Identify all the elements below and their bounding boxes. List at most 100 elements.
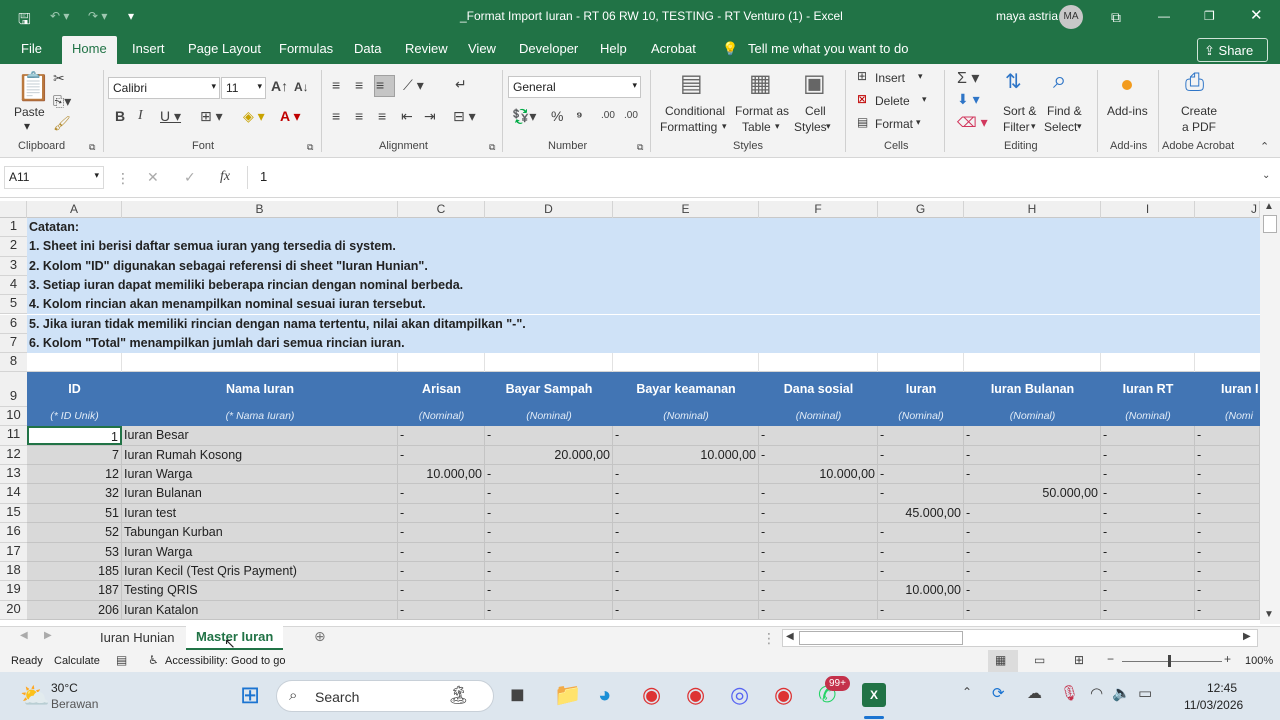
name-box[interactable]: A11 ▾	[4, 166, 104, 189]
table-cell[interactable]: Iuran Besar	[122, 426, 398, 446]
table-cell[interactable]: -	[878, 465, 964, 484]
sort-filter-label2[interactable]: Filter	[1003, 120, 1030, 134]
decrease-decimal-icon[interactable]: .00	[624, 110, 638, 121]
conditional-formatting-label1[interactable]: Conditional	[665, 104, 725, 118]
format-cells-icon[interactable]: ▤	[857, 115, 868, 129]
row-header[interactable]: 17	[0, 542, 27, 562]
table-cell[interactable]: 53	[27, 542, 122, 562]
horizontal-scroll-thumb[interactable]	[799, 631, 963, 645]
middle-align-icon[interactable]: ≡	[355, 77, 363, 93]
table-cell[interactable]: -	[964, 426, 1101, 446]
table-cell[interactable]: 206	[27, 600, 122, 620]
table-cell[interactable]: -	[613, 484, 759, 504]
table-cell[interactable]: -	[485, 503, 613, 523]
table-cell[interactable]: -	[398, 484, 485, 504]
clock-date[interactable]: 11/03/2026	[1184, 698, 1243, 712]
comma-style-icon[interactable]: ⁹	[576, 108, 583, 124]
volume-icon[interactable]: 🔈	[1112, 684, 1131, 702]
font-launcher-icon[interactable]: ⧉	[307, 142, 313, 153]
scroll-up-icon[interactable]: ▲	[1264, 201, 1274, 212]
table-cell[interactable]: 10.000,00	[759, 465, 878, 484]
row-header[interactable]: 8	[0, 353, 27, 373]
insert-cells-label[interactable]: Insert	[875, 71, 905, 85]
chrome-icon-1[interactable]: ◉	[642, 682, 661, 708]
customize-toolbar-icon[interactable]: ▾	[128, 9, 134, 23]
tab-insert[interactable]: Insert	[132, 41, 165, 56]
redo-icon[interactable]: ↷ ▾	[88, 9, 107, 23]
clear-icon[interactable]: ⌫ ▾	[957, 114, 988, 131]
row-header[interactable]: 18	[0, 562, 27, 582]
paste-icon[interactable]: 📋	[16, 70, 51, 103]
row-header[interactable]: 7	[0, 333, 27, 354]
bold-icon[interactable]: B	[115, 108, 125, 124]
format-as-table-label2[interactable]: Table	[742, 120, 771, 134]
minimize-icon[interactable]: —	[1158, 9, 1170, 23]
col-header-g[interactable]: G	[878, 201, 964, 218]
tab-help[interactable]: Help	[600, 41, 627, 56]
paste-label[interactable]: Paste	[14, 105, 45, 119]
row-header[interactable]: 6	[0, 314, 27, 334]
row-header[interactable]: 19	[0, 581, 27, 601]
row-header[interactable]: 3	[0, 256, 27, 276]
table-cell[interactable]: 10.000,00	[398, 465, 485, 484]
table-cell[interactable]: -	[398, 503, 485, 523]
table-cell[interactable]: -	[485, 542, 613, 562]
subheader-cell[interactable]: (Nominal)	[759, 410, 878, 422]
format-as-table-label1[interactable]: Format as	[735, 104, 789, 118]
subheader-cell[interactable]: (Nominal)	[964, 410, 1101, 422]
table-cell[interactable]: 12	[27, 465, 122, 484]
scroll-down-icon[interactable]: ▼	[1264, 609, 1274, 620]
cell-styles-dropdown-icon[interactable]: ▾	[826, 121, 831, 132]
table-cell[interactable]: -	[964, 600, 1101, 620]
ribbon-display-icon[interactable]: ⧉	[1111, 9, 1121, 26]
expand-formula-icon[interactable]: ⌄	[1262, 170, 1270, 181]
tab-review[interactable]: Review	[405, 41, 448, 56]
table-cell[interactable]: -	[964, 523, 1101, 543]
worksheet-grid[interactable]: Catatan: 1. Sheet ini berisi daftar semu…	[27, 218, 1260, 624]
note-line[interactable]: 6. Kolom "Total" menampilkan jumlah dari…	[27, 333, 1260, 354]
table-cell[interactable]: 10.000,00	[613, 445, 759, 465]
start-icon[interactable]: ⊞	[240, 681, 260, 710]
table-cell[interactable]: -	[878, 562, 964, 581]
tab-split-handle-icon[interactable]: ⋮	[762, 630, 776, 647]
col-header-e[interactable]: E	[613, 201, 759, 218]
cut-icon[interactable]: ✂	[53, 70, 65, 87]
table-cell[interactable]: Iuran Bulanan	[122, 484, 398, 504]
header-cell[interactable]: ID	[27, 382, 122, 396]
row-header[interactable]: 2	[0, 237, 27, 257]
table-cell[interactable]: -	[759, 503, 878, 523]
table-cell[interactable]: -	[485, 562, 613, 581]
table-cell[interactable]: -	[613, 503, 759, 523]
create-pdf-label1[interactable]: Create	[1181, 104, 1217, 118]
conditional-formatting-icon[interactable]: ▤	[680, 69, 703, 98]
empty-row[interactable]	[27, 353, 1260, 373]
accessibility-status[interactable]: Accessibility: Good to go	[165, 655, 285, 667]
table-row[interactable]: 52 Tabungan Kurban - - - - - - - -	[27, 523, 1260, 543]
subheader-cell[interactable]: (Nominal)	[878, 410, 964, 422]
accounting-format-icon[interactable]: 💱▾	[512, 108, 536, 125]
number-launcher-icon[interactable]: ⧉	[637, 142, 643, 153]
sort-filter-icon[interactable]: ⇅	[1005, 69, 1022, 94]
alignment-launcher-icon[interactable]: ⧉	[489, 142, 495, 153]
vertical-scrollbar[interactable]: ▲ ▼	[1260, 201, 1280, 624]
note-line[interactable]: 4. Kolom rincian akan menampilkan nomina…	[27, 295, 1260, 315]
next-sheet-icon[interactable]: ▶	[44, 630, 52, 641]
task-view-icon[interactable]: ◼	[510, 684, 525, 705]
col-header-i[interactable]: I	[1101, 201, 1195, 218]
table-cell[interactable]: 32	[27, 484, 122, 504]
table-cell[interactable]: -	[1195, 484, 1260, 504]
header-cell[interactable]: Arisan	[398, 382, 485, 396]
table-cell[interactable]: -	[964, 581, 1101, 601]
table-cell[interactable]: -	[759, 426, 878, 446]
table-cell[interactable]: -	[1195, 562, 1260, 581]
table-cell[interactable]: -	[485, 484, 613, 504]
table-cell[interactable]: -	[1101, 562, 1195, 581]
excel-icon[interactable]: X	[862, 683, 886, 707]
borders-icon[interactable]: ⊞ ▾	[200, 108, 223, 125]
horizontal-scrollbar[interactable]: ◀ ▶	[782, 629, 1258, 647]
table-cell[interactable]: -	[878, 523, 964, 543]
microphone-icon[interactable]: 🎙	[1060, 684, 1079, 702]
table-cell[interactable]: -	[1195, 600, 1260, 620]
table-cell[interactable]: -	[759, 484, 878, 504]
collapse-ribbon-icon[interactable]: ⌃	[1260, 140, 1269, 153]
